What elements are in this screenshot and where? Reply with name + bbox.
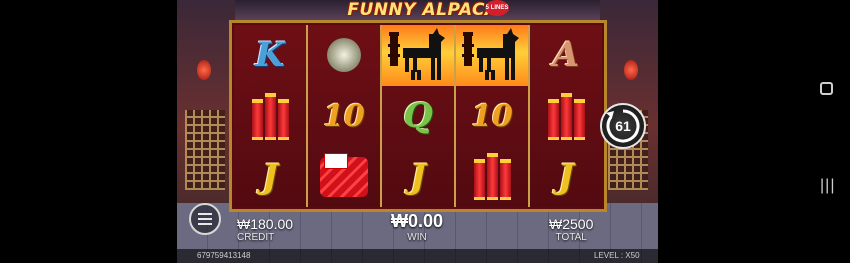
symbol-gong [308, 25, 380, 86]
lantern-icon [624, 60, 638, 80]
symbol-a-text: A [552, 35, 580, 76]
reel-1: K J [234, 25, 308, 207]
total-value: ₩2500 [549, 216, 594, 232]
symbol-firecrackers [530, 86, 602, 147]
symbol-alpaca [456, 25, 528, 86]
symbol-10: 10 [456, 86, 528, 147]
symbol-10-text: 10 [471, 98, 513, 134]
level-value: X50 [625, 251, 640, 260]
symbol-j: J [530, 146, 602, 207]
level-label: LEVEL : [594, 251, 624, 260]
lattice-window [185, 110, 225, 190]
autospin-count: 61 [615, 118, 631, 134]
reel-2: 10 [308, 25, 382, 207]
symbol-a: A [530, 25, 602, 86]
hamburger-icon [198, 213, 212, 215]
symbol-10-text: 10 [323, 98, 365, 134]
symbol-j: J [382, 146, 454, 207]
win-value: ₩0.00 [390, 211, 444, 231]
firecrackers-icon [547, 92, 585, 140]
credit-value: ₩180.00 [237, 216, 294, 232]
level-indicator: LEVEL : X50 [594, 251, 640, 260]
hamburger-line [198, 218, 212, 220]
recent-apps-icon[interactable]: ||| [820, 178, 835, 194]
left-building [177, 0, 235, 210]
symbol-firecrackers [456, 146, 528, 207]
firecrackers-icon [473, 153, 511, 201]
credit-display: ₩180.00 CREDIT [237, 216, 293, 243]
symbol-q-text: Q [403, 96, 433, 136]
symbol-j-text: J [261, 156, 279, 197]
symbol-10: 10 [308, 86, 380, 147]
android-nav-bar: ||| [802, 0, 850, 263]
alpaca-icon [462, 28, 519, 81]
game-id: 679759413148 [197, 251, 251, 260]
symbol-j-text: J [409, 156, 427, 197]
symbol-firecracker-bundle [308, 146, 380, 207]
symbol-j: J [234, 146, 306, 207]
lines-badge: 5 LINES [485, 0, 509, 16]
firecrackers-icon [251, 92, 289, 140]
symbol-j-text: J [557, 156, 575, 197]
symbol-k: K [234, 25, 306, 86]
spin-button[interactable]: 61 [600, 103, 646, 149]
hamburger-line [198, 223, 212, 225]
menu-button[interactable] [189, 203, 221, 235]
reels: K J 10 Q J 10 A J [234, 25, 602, 207]
reel-5: A J [530, 25, 602, 207]
reel-4: 10 [456, 25, 530, 207]
symbol-firecrackers [234, 86, 306, 147]
lantern-icon [197, 60, 211, 80]
firecracker-bundle-icon [320, 152, 368, 197]
square-icon[interactable] [820, 82, 833, 95]
alpaca-icon [388, 28, 445, 81]
win-display: ₩0.00 WIN [382, 211, 452, 243]
total-bet-display[interactable]: ₩2500 TOTAL [549, 216, 593, 243]
total-label: TOTAL [555, 232, 587, 243]
win-label: WIN [407, 232, 427, 243]
slot-game-area: FUNNY ALPACA 5 LINES K J 10 Q J 10 A J 6… [177, 0, 658, 263]
reel-frame: K J 10 Q J 10 A J [229, 20, 607, 212]
symbol-q: Q [382, 86, 454, 147]
gong-icon [327, 38, 361, 73]
reel-3: Q J [382, 25, 456, 207]
credit-label: CREDIT [237, 232, 275, 243]
symbol-alpaca [382, 25, 454, 86]
symbol-k-text: K [255, 35, 285, 76]
